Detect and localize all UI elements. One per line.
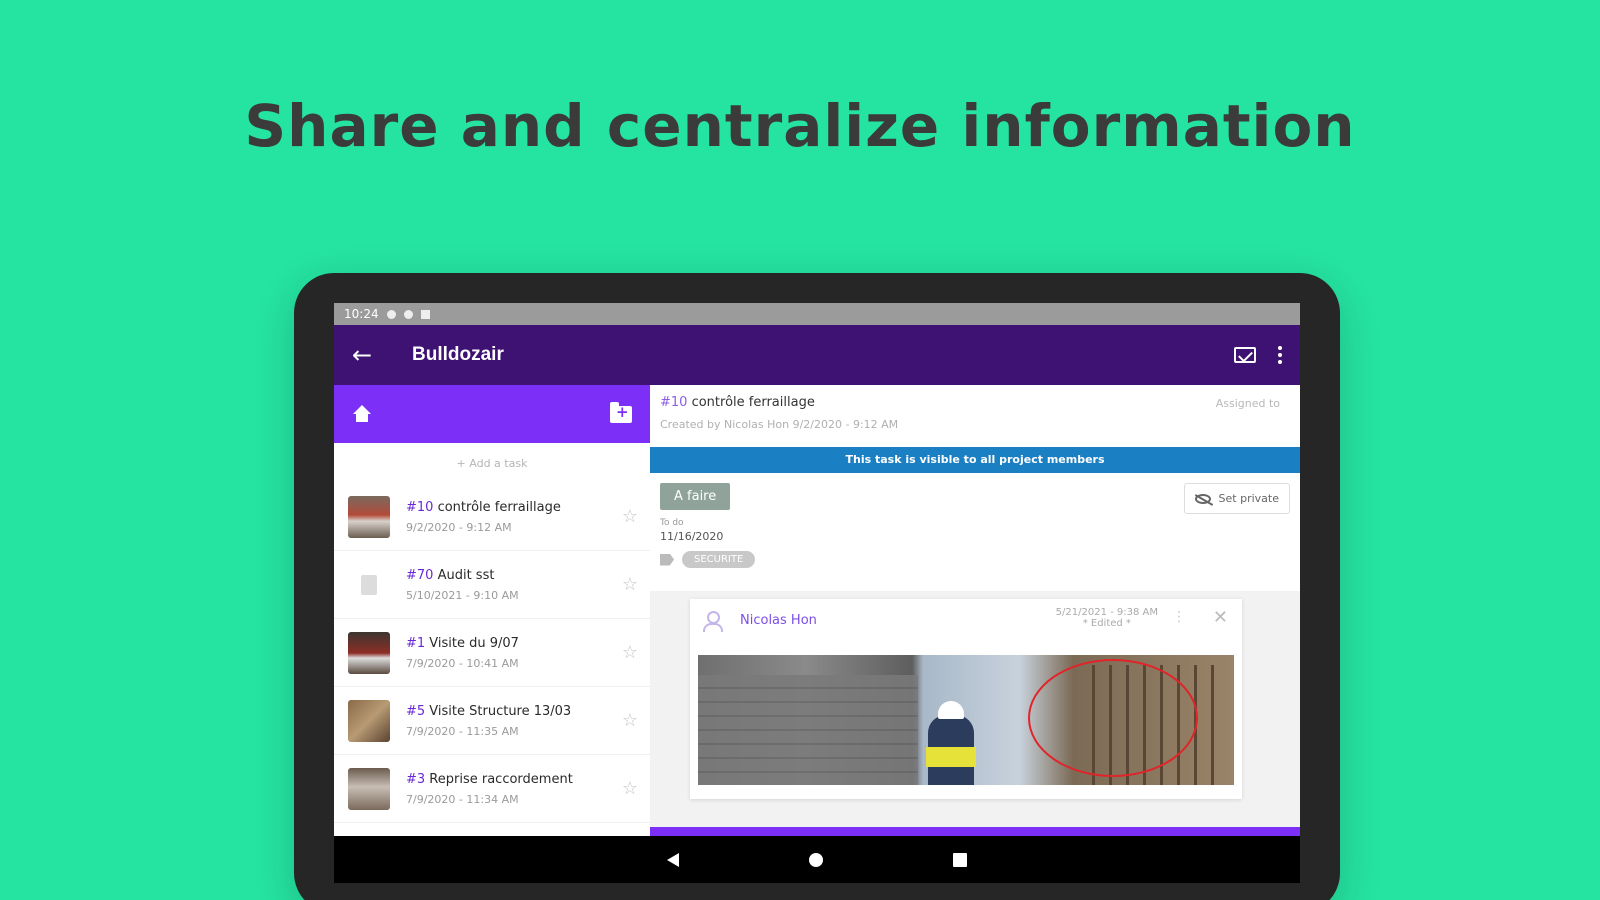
task-date: 7/9/2020 - 10:41 AM: [406, 656, 519, 670]
task-detail-panel: #10 contrôle ferraillage Created by Nico…: [650, 385, 1300, 883]
star-icon[interactable]: ☆: [622, 506, 638, 527]
status-button[interactable]: A faire: [660, 483, 731, 510]
notification-icon: [420, 309, 430, 319]
tag-icon: [660, 553, 674, 566]
notification-icon: [403, 309, 413, 319]
home-icon[interactable]: [352, 405, 372, 423]
document-icon: [348, 564, 390, 606]
task-thumbnail: [348, 767, 390, 810]
user-icon: [702, 611, 723, 632]
task-detail-body: A faire Set private To do 11/16/2020 SEC…: [650, 473, 1300, 591]
task-list-item[interactable]: #1 Visite du 9/07 7/9/2020 - 10:41 AM ☆: [334, 619, 650, 687]
more-vert-icon[interactable]: [1278, 346, 1282, 364]
visibility-banner: This task is visible to all project memb…: [650, 447, 1300, 473]
task-list-item[interactable]: #5 Visite Structure 13/03 7/9/2020 - 11:3…: [334, 687, 650, 755]
close-icon[interactable]: ✕: [1213, 607, 1228, 628]
message-photo[interactable]: [698, 655, 1234, 785]
task-list-header: [334, 385, 650, 443]
task-list: #10 contrôle ferraillage 9/2/2020 - 9:12 …: [334, 483, 650, 823]
task-title: #1 Visite du 9/07: [406, 635, 519, 651]
status-time: 10:24: [344, 307, 379, 321]
nav-recents-icon[interactable]: [953, 852, 967, 867]
tag-chip[interactable]: SECURITE: [682, 551, 756, 568]
assigned-to[interactable]: Assigned to: [1216, 397, 1280, 410]
task-list-item[interactable]: #70 Audit sst 5/10/2021 - 9:10 AM ☆: [334, 551, 650, 619]
task-thumbnail: [348, 699, 390, 742]
due-date: 11/16/2020: [660, 530, 724, 543]
new-folder-icon[interactable]: [610, 401, 632, 423]
task-created-by: Created by Nicolas Hon 9/2/2020 - 9:12 A…: [660, 418, 899, 431]
notification-icon: [386, 309, 396, 319]
task-title: #70 Audit sst: [406, 567, 495, 583]
task-detail-header: #10 contrôle ferraillage Created by Nico…: [650, 385, 1300, 447]
due-label: To do: [660, 518, 684, 528]
task-list-item[interactable]: #3 Reprise raccordement 7/9/2020 - 11:34 …: [334, 755, 650, 823]
task-title: #3 Reprise raccordement: [406, 771, 573, 787]
headline: Share and centralize information: [244, 92, 1356, 160]
nav-home-icon[interactable]: [809, 852, 823, 867]
task-list-item[interactable]: #10 contrôle ferraillage 9/2/2020 - 9:12 …: [334, 483, 650, 551]
message-card: Nicolas Hon 5/21/2021 - 9:38 AM * Edited…: [690, 599, 1242, 799]
app-title: Bulldozair: [412, 344, 504, 365]
app-bar: ← Bulldozair: [334, 325, 1300, 385]
eye-off-icon: [1194, 493, 1211, 504]
tablet-frame: 10:24 ▾ ◢ ← Bulldozair + Add a task: [294, 273, 1340, 900]
android-status-bar: 10:24 ▾ ◢: [334, 303, 1300, 883]
task-date: 9/2/2020 - 9:12 AM: [406, 520, 512, 534]
star-icon[interactable]: ☆: [622, 642, 638, 663]
star-icon[interactable]: ☆: [622, 710, 638, 731]
star-icon[interactable]: ☆: [622, 778, 638, 799]
android-nav-bar: [334, 836, 1300, 883]
add-task-button[interactable]: + Add a task: [334, 443, 650, 483]
back-arrow-icon[interactable]: ←: [352, 341, 392, 369]
task-list-panel: + Add a task #10 contrôle ferraillage 9/2…: [334, 385, 650, 883]
message-author[interactable]: Nicolas Hon: [740, 613, 817, 628]
nav-back-icon[interactable]: [667, 852, 679, 867]
task-date: 7/9/2020 - 11:34 AM: [406, 792, 519, 806]
task-thumbnail: [348, 631, 390, 674]
annotation-circle: [1028, 659, 1198, 777]
task-title: #10 contrôle ferraillage: [406, 499, 561, 515]
task-date: 5/10/2021 - 9:10 AM: [406, 588, 519, 602]
star-icon[interactable]: ☆: [622, 574, 638, 595]
task-title: #5 Visite Structure 13/03: [406, 703, 572, 719]
message-more-icon[interactable]: ⋮: [1172, 609, 1186, 625]
task-detail-title: #10 contrôle ferraillage: [660, 395, 815, 410]
message-time: 5/21/2021 - 9:38 AM * Edited *: [1055, 607, 1158, 629]
task-date: 7/9/2020 - 11:35 AM: [406, 724, 519, 738]
tablet-screen: 10:24 ▾ ◢ ← Bulldozair + Add a task: [334, 303, 1300, 883]
task-thumbnail: [348, 495, 390, 538]
mail-icon[interactable]: [1234, 347, 1256, 363]
set-private-button[interactable]: Set private: [1183, 483, 1290, 514]
